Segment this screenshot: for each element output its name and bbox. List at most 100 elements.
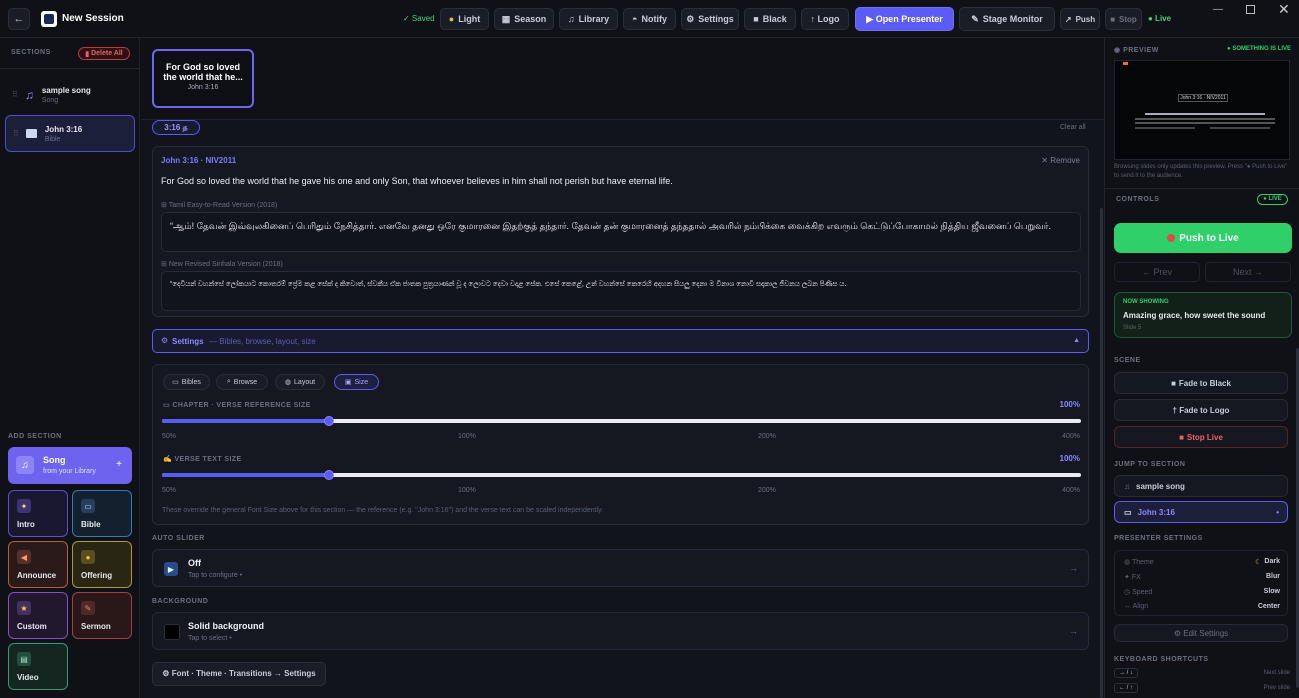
library-button[interactable]: ♫ Library	[559, 8, 618, 30]
stop-live-button[interactable]: ■ Stop Live	[1114, 426, 1288, 448]
settings-bar[interactable]: ⚙ Settings — Bibles, browse, layout, siz…	[152, 329, 1089, 353]
scrollbar[interactable]	[1100, 208, 1103, 698]
setting-speed: ◷ Speed Slow	[1124, 588, 1280, 596]
sparkle-icon: ✦	[17, 499, 31, 513]
verse-tick-200: 200%	[758, 487, 776, 494]
thumb-ref: John 3:16	[187, 84, 219, 91]
auto-slider-card[interactable]: ▶ Off Tap to configure • →	[152, 549, 1089, 587]
font-theme-settings-link[interactable]: ⚙ Font · Theme · Transitions → Settings	[152, 662, 326, 686]
remove-button[interactable]: ✕ Remove	[1041, 156, 1080, 165]
drag-handle-icon[interactable]: ⠿	[13, 129, 19, 138]
verse-card: John 3:16 · NIV2011 ✕ Remove For God so …	[152, 146, 1089, 317]
clear-all-link[interactable]: Clear all	[1060, 124, 1086, 131]
active-dot-icon: •	[1276, 507, 1279, 517]
black-button[interactable]: ■ Black	[744, 8, 796, 30]
sinhala-verse-text: “දෙවියන් වහන්සේ ලෝකයාට කොතරම් ප්‍රේම කළ …	[170, 281, 847, 288]
delete-all-button[interactable]: ▮ Delete All	[78, 47, 130, 60]
plus-icon: +	[116, 459, 122, 470]
back-button[interactable]: ←	[8, 8, 30, 30]
tab-browse[interactable]: ⌕ Browse	[216, 374, 268, 390]
push-to-live-button[interactable]: Push to Live	[1114, 223, 1292, 253]
maximize-button[interactable]	[1246, 5, 1255, 14]
logo-button[interactable]: ↑ Logo	[801, 8, 849, 30]
background-label: BACKGROUND	[152, 598, 209, 605]
book-icon: ⊞	[161, 261, 169, 268]
star-icon: ★	[17, 601, 31, 615]
chapter-tick-400: 400%	[1062, 433, 1080, 440]
fade-to-logo-button[interactable]: † Fade to Logo	[1114, 399, 1288, 421]
add-intro-tile[interactable]: ✦ Intro	[8, 490, 68, 537]
push-button[interactable]: ↗ Push	[1060, 8, 1100, 30]
app-logo	[41, 11, 57, 27]
sidebar: SECTIONS ▮ Delete All ⠿ ♫ sample song Song…	[0, 38, 140, 698]
tamil-version-label: ⊞ Tamil Easy-to-Read Version (2018)	[161, 202, 278, 209]
prev-button[interactable]: ← Prev	[1114, 262, 1200, 282]
slider-thumb[interactable]	[324, 470, 335, 480]
main-panel: For God so loved the world that he... Jo…	[141, 38, 1104, 698]
presenter-settings-card: ◍ Theme Dark ☾ ✦ FX Blur ◷ Speed Slow ↔ Alig…	[1114, 550, 1288, 616]
tab-layout[interactable]: ◍ Layout	[275, 374, 325, 390]
jump-to-section-label: JUMP TO SECTION	[1114, 461, 1186, 468]
book-icon: ▭	[172, 379, 179, 386]
song-button-sub: from your Library	[43, 468, 96, 475]
tab-size[interactable]: ▣ Size	[334, 374, 379, 390]
minimize-button[interactable]: —	[1213, 4, 1223, 15]
add-video-tile[interactable]: ▤ Video	[8, 643, 68, 690]
chapter-tick-50: 50%	[162, 433, 177, 440]
music-note-icon: ♫	[1124, 481, 1130, 491]
verse-size-slider[interactable]	[162, 470, 1081, 480]
stage-monitor-button[interactable]: ✎ Stage Monitor	[959, 7, 1055, 31]
color-swatch	[164, 624, 180, 640]
auto-slider-sub: Tap to configure •	[188, 572, 243, 579]
next-button[interactable]: Next →	[1205, 262, 1291, 282]
jump-john-316[interactable]: ▭ John 3:16 •	[1114, 501, 1288, 523]
chapter-size-value: 100%	[1059, 400, 1080, 409]
arrow-right-icon: →	[1069, 563, 1078, 573]
music-icon: ♫	[567, 14, 575, 24]
book-icon	[25, 129, 37, 138]
now-showing-label: NOW SHOWING	[1123, 299, 1169, 305]
add-song-button[interactable]: ♫ Song from your Library +	[8, 447, 132, 484]
chapter-size-label: ▭ CHAPTER · VERSE REFERENCE SIZE	[163, 402, 311, 409]
fade-to-black-button[interactable]: ■ Fade to Black	[1114, 372, 1288, 394]
setting-theme: ◍ Theme Dark ☾	[1124, 558, 1280, 566]
notify-button[interactable]: ◓ Notify	[623, 8, 676, 30]
chapter-size-slider[interactable]	[162, 416, 1081, 426]
season-button[interactable]: ▦ Season	[494, 8, 554, 30]
section-item-sample-song[interactable]: ⠿ ♫ sample song Song	[5, 76, 135, 113]
add-announce-tile[interactable]: ◀ Announce	[8, 541, 68, 588]
background-card[interactable]: Solid background Tap to select • →	[152, 612, 1089, 650]
setting-fx: ✦ FX Blur	[1124, 573, 1280, 581]
close-button[interactable]: ✕	[1278, 1, 1290, 18]
drag-handle-icon[interactable]: ⠿	[12, 90, 18, 99]
add-sermon-tile[interactable]: ✎ Sermon	[72, 592, 132, 639]
tab-bibles[interactable]: ▭ Bibles	[163, 374, 210, 390]
live-badge: ● LIVE	[1257, 194, 1288, 205]
chapter-tick-200: 200%	[758, 433, 776, 440]
light-button[interactable]: ● Light	[440, 8, 489, 30]
jump-sample-song[interactable]: ♫ sample song	[1114, 475, 1288, 497]
saved-indicator: ✓ Saved	[403, 14, 435, 23]
verse-tick-50: 50%	[162, 487, 177, 494]
setting-align: ↔ Align Center	[1124, 603, 1280, 610]
auto-slider-label: AUTO SLIDER	[152, 535, 205, 542]
section-item-john-316[interactable]: ⠿ John 3:16 Bible	[5, 115, 135, 152]
trash-icon: ▮	[85, 50, 90, 58]
edit-settings-button[interactable]: ⚙ Edit Settings	[1114, 624, 1288, 642]
slider-thumb[interactable]	[324, 416, 335, 426]
add-bible-tile[interactable]: ▭ Bible	[72, 490, 132, 537]
verse-text: For God so loved the world that he gave …	[161, 176, 673, 186]
verse-chip[interactable]: 3:16 த	[152, 120, 200, 135]
preview-screen: John 3:16 · NIV2011	[1114, 60, 1290, 160]
size-settings-card: ▭ Bibles ⌕ Browse ◍ Layout ▣ Size ▭ CHAPTER …	[152, 364, 1089, 525]
add-custom-tile[interactable]: ★ Custom	[8, 592, 68, 639]
stop-button[interactable]: ■ Stop	[1105, 8, 1142, 30]
add-offering-tile[interactable]: ● Offering	[72, 541, 132, 588]
open-presenter-button[interactable]: ▶ Open Presenter	[855, 7, 954, 31]
top-bar: ← New Session ✓ Saved ● Light ▦ Season ♫ Li…	[0, 0, 1299, 38]
settings-button[interactable]: ⚙ Settings	[681, 8, 739, 30]
size-note: These override the general Font Size abo…	[162, 507, 604, 514]
gear-icon: ⚙	[161, 336, 169, 345]
section-item-sub: Bible	[44, 135, 61, 143]
slide-thumbnail[interactable]: For God so loved the world that he... Jo…	[152, 49, 254, 108]
